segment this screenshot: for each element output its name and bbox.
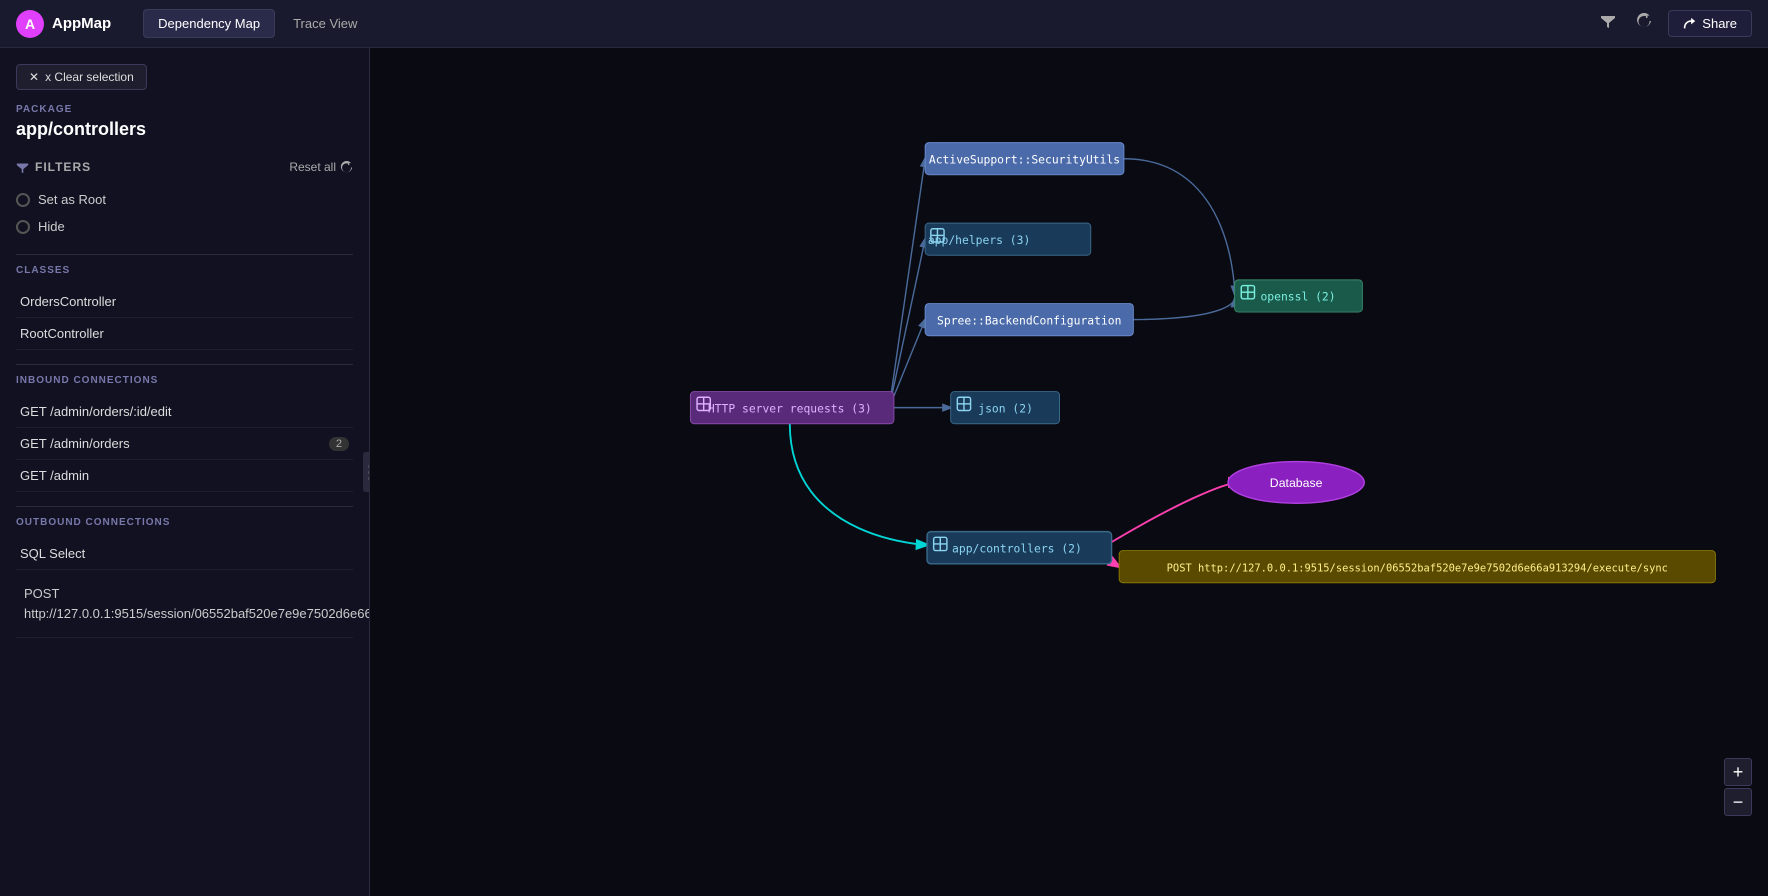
outbound-section-title: OUTBOUND CONNECTIONS <box>16 517 353 528</box>
outbound-post-session[interactable]: POST http://127.0.0.1:9515/session/06552… <box>16 570 353 638</box>
header-actions: Share <box>1596 9 1752 38</box>
inbound-get-admin-orders-label: GET /admin/orders <box>20 436 130 451</box>
outbound-post-session-label: POST http://127.0.0.1:9515/session/06552… <box>20 578 370 629</box>
class-item-root-controller-label: RootController <box>20 326 104 341</box>
svg-text:app/helpers (3): app/helpers (3) <box>928 233 1030 247</box>
reset-all-button[interactable]: Reset all <box>289 160 353 174</box>
divider-outbound <box>16 506 353 507</box>
inbound-get-admin-label: GET /admin <box>20 468 89 483</box>
share-label: Share <box>1702 16 1737 31</box>
graph-area[interactable]: ActiveSupport::SecurityUtils app/helpers… <box>370 48 1768 896</box>
inbound-get-admin-orders-id-edit[interactable]: GET /admin/orders/:id/edit <box>16 396 353 428</box>
package-name: app/controllers <box>16 119 353 140</box>
outbound-sql-select-label: SQL Select <box>20 546 85 561</box>
inbound-get-admin-orders[interactable]: GET /admin/orders 2 <box>16 428 353 460</box>
filter-set-as-root-label: Set as Root <box>38 192 106 207</box>
zoom-out-button[interactable]: − <box>1724 788 1752 816</box>
refresh-button[interactable] <box>1632 9 1656 38</box>
package-label: PACKAGE <box>16 104 353 115</box>
share-button[interactable]: Share <box>1668 10 1752 37</box>
class-item-orders-controller-label: OrdersController <box>20 294 116 309</box>
sidebar: ✕ x Clear selection PACKAGE app/controll… <box>0 48 370 896</box>
clear-x-icon: ✕ <box>29 70 39 84</box>
outbound-sql-select[interactable]: SQL Select <box>16 538 353 570</box>
filters-row: FILTERS Reset all <box>16 160 353 174</box>
svg-text:HTTP server requests (3): HTTP server requests (3) <box>708 401 872 415</box>
app-header: A AppMap Dependency Map Trace View Share <box>0 0 1768 48</box>
graph-svg: ActiveSupport::SecurityUtils app/helpers… <box>370 48 1768 896</box>
sidebar-drag-handle[interactable] <box>363 452 370 492</box>
logo-area: A AppMap <box>16 10 111 38</box>
svg-text:openssl (2): openssl (2) <box>1260 290 1335 304</box>
svg-text:app/controllers (2): app/controllers (2) <box>952 541 1082 555</box>
filter-hide[interactable]: Hide <box>16 213 353 240</box>
radio-hide <box>16 220 30 234</box>
clear-selection-label: x Clear selection <box>45 70 134 84</box>
svg-text:POST http://127.0.0.1:9515/ses: POST http://127.0.0.1:9515/session/06552… <box>1167 562 1668 574</box>
class-item-root-controller[interactable]: RootController <box>16 318 353 350</box>
tab-dependency-map[interactable]: Dependency Map <box>143 9 275 38</box>
svg-text:Database: Database <box>1270 476 1323 490</box>
zoom-controls: + − <box>1724 758 1752 816</box>
divider-classes <box>16 254 353 255</box>
divider-inbound <box>16 364 353 365</box>
class-item-orders-controller[interactable]: OrdersController <box>16 286 353 318</box>
reset-all-label: Reset all <box>289 160 336 174</box>
inbound-get-admin-orders-id-edit-label: GET /admin/orders/:id/edit <box>20 404 172 419</box>
svg-text:json (2): json (2) <box>978 401 1033 415</box>
filters-label: FILTERS <box>16 160 91 174</box>
filter-set-as-root[interactable]: Set as Root <box>16 186 353 213</box>
svg-text:ActiveSupport::SecurityUtils: ActiveSupport::SecurityUtils <box>929 152 1120 166</box>
radio-set-as-root <box>16 193 30 207</box>
svg-text:Spree::BackendConfiguration: Spree::BackendConfiguration <box>937 313 1121 327</box>
inbound-section-title: INBOUND CONNECTIONS <box>16 375 353 386</box>
inbound-get-admin-orders-badge: 2 <box>329 437 349 451</box>
zoom-in-button[interactable]: + <box>1724 758 1752 786</box>
filters-title: FILTERS <box>35 160 91 174</box>
classes-section-title: CLASSES <box>16 265 353 276</box>
tab-bar: Dependency Map Trace View <box>143 9 371 38</box>
filter-button[interactable] <box>1596 9 1620 38</box>
tab-trace-view[interactable]: Trace View <box>279 9 371 38</box>
app-logo-text: AppMap <box>52 15 111 32</box>
clear-selection-button[interactable]: ✕ x Clear selection <box>16 64 147 90</box>
inbound-get-admin[interactable]: GET /admin <box>16 460 353 492</box>
app-logo-icon: A <box>16 10 44 38</box>
filter-hide-label: Hide <box>38 219 65 234</box>
main-content: ✕ x Clear selection PACKAGE app/controll… <box>0 48 1768 896</box>
